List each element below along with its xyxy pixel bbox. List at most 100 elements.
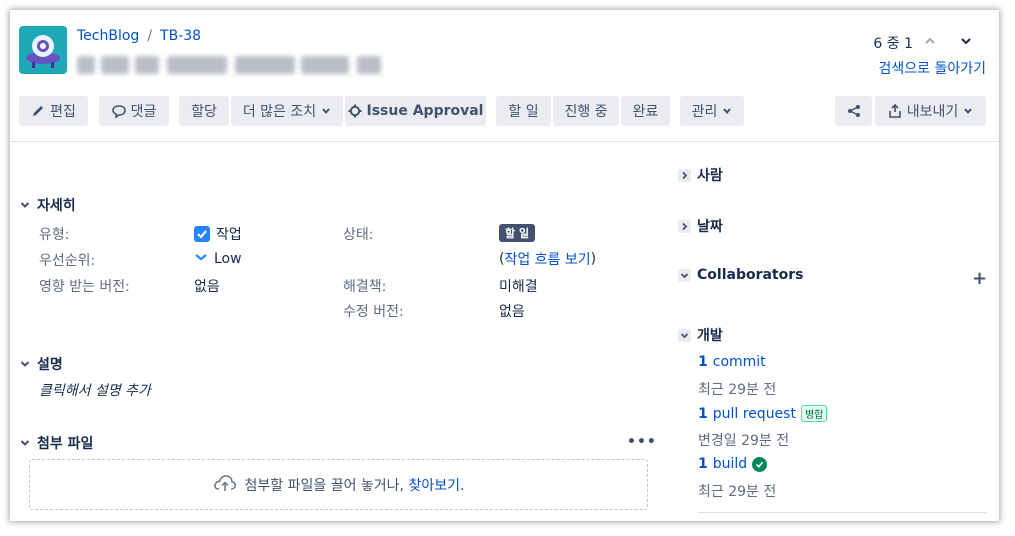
comment-button[interactable]: 댓글 [99, 96, 169, 126]
pr-time: 변경일 29분 전 [698, 433, 790, 449]
attachment-dropzone[interactable]: 첨부할 파일을 끌어 놓거나, 찾아보기. [29, 459, 648, 510]
fix-version-label: 수정 버전: [343, 304, 404, 320]
share-button[interactable] [835, 96, 872, 126]
status-in-progress-label: 진행 중 [564, 104, 608, 120]
chevron-down-icon [722, 106, 732, 116]
cloud-upload-icon [213, 474, 237, 496]
status-in-progress-button[interactable]: 진행 중 [553, 96, 619, 126]
assign-button-label: 할당 [191, 104, 217, 120]
chevron-up-icon[interactable] [923, 34, 937, 48]
export-icon [888, 104, 902, 118]
development-heading: 개발 [697, 328, 723, 344]
chevron-down-icon [321, 106, 331, 116]
build-label: build [712, 456, 748, 472]
details-section-toggle[interactable]: 자세히 [19, 195, 76, 215]
workflow-close-paren: ) [590, 251, 597, 267]
attachments-heading: 첨부 파일 [37, 436, 94, 452]
resolution-label: 해결책: [343, 279, 387, 295]
back-to-search-link[interactable]: 검색으로 돌아가기 [879, 58, 987, 78]
issue-approval-label: Issue Approval [366, 103, 484, 119]
attachments-more-button[interactable]: ••• [627, 434, 657, 450]
breadcrumb-issue-key[interactable]: TB-38 [160, 28, 201, 44]
people-section-toggle[interactable]: 사람 [678, 165, 723, 185]
pr-count: 1 [698, 405, 708, 422]
affects-version-label: 영향 받는 버전: [39, 279, 130, 295]
browse-files-link[interactable]: 찾아보기. [408, 478, 464, 494]
collaborators-section-toggle[interactable]: Collaborators [678, 267, 803, 283]
chevron-down-icon [678, 328, 691, 342]
priority-label: 우선순위: [39, 253, 96, 269]
priority-value-text: Low [214, 251, 242, 267]
header-divider [10, 141, 999, 142]
task-type-icon [194, 226, 210, 242]
build-count: 1 [698, 456, 708, 472]
issue-pager-count: 6 중 1 [873, 36, 913, 52]
attachments-section-toggle[interactable]: 첨부 파일 [19, 433, 93, 453]
pr-label: pull request [712, 405, 796, 422]
right-panel-divider [698, 512, 986, 513]
add-collaborator-icon[interactable]: + [972, 268, 987, 289]
status-done-button[interactable]: 완료 [621, 96, 670, 126]
priority-low-icon [194, 250, 208, 268]
edit-button[interactable]: 편집 [19, 96, 88, 126]
comment-icon [111, 104, 126, 118]
workflow-view: ( 작업 흐름 보기 ) [499, 249, 596, 269]
resolution-value: 미해결 [499, 279, 538, 295]
view-workflow-link[interactable]: 작업 흐름 보기 [504, 249, 590, 269]
chevron-right-icon [678, 168, 691, 182]
issue-approval-button[interactable]: Issue Approval [345, 96, 486, 126]
build-time: 최근 29분 전 [698, 484, 777, 500]
people-heading: 사람 [697, 168, 723, 184]
description-placeholder[interactable]: 클릭해서 설명 추가 [39, 380, 151, 400]
dropzone-text: 첨부할 파일을 끌어 놓거나, [244, 477, 409, 494]
export-button-label: 내보내기 [906, 104, 959, 120]
development-section-toggle[interactable]: 개발 [678, 325, 723, 345]
status-value: 할 일 [499, 224, 536, 242]
status-lozenge: 할 일 [499, 224, 536, 242]
more-actions-button[interactable]: 더 많은 조치 [231, 96, 343, 126]
dates-heading: 날짜 [697, 219, 723, 235]
issue-title-redacted[interactable] [77, 50, 387, 78]
fix-version-value[interactable]: 없음 [499, 301, 525, 321]
dates-section-toggle[interactable]: 날짜 [678, 216, 723, 236]
commit-label: commit [712, 354, 766, 370]
type-value: 작업 [194, 224, 242, 244]
description-heading: 설명 [37, 357, 63, 373]
type-label: 유형: [39, 227, 70, 243]
chevron-down-icon [19, 199, 31, 211]
status-todo-button[interactable]: 할 일 [496, 96, 551, 126]
pull-request-link[interactable]: 1 pull request 병합 [698, 405, 828, 422]
commit-time: 최근 29분 전 [698, 382, 777, 398]
build-link[interactable]: 1 build [698, 456, 768, 472]
admin-button[interactable]: 관리 [680, 96, 744, 126]
comment-button-label: 댓글 [130, 104, 157, 120]
commit-count: 1 [698, 354, 708, 370]
more-actions-label: 더 많은 조치 [242, 104, 317, 120]
priority-value[interactable]: Low [194, 250, 242, 268]
edit-button-label: 편집 [50, 104, 76, 120]
export-button[interactable]: 내보내기 [875, 96, 986, 126]
issue-view: TechBlog / TB-38 6 중 1 검색으로 돌아가기 편집 댓글 할… [10, 10, 999, 521]
admin-button-label: 관리 [691, 104, 718, 120]
breadcrumb-separator: / [147, 28, 153, 44]
pencil-icon [31, 104, 45, 118]
collaborators-heading: Collaborators [697, 267, 804, 283]
gear-icon [348, 104, 362, 118]
status-todo-label: 할 일 [508, 104, 539, 120]
chevron-down-icon[interactable] [959, 34, 973, 48]
share-icon [847, 104, 861, 118]
status-done-label: 완료 [632, 104, 659, 120]
details-heading: 자세히 [37, 198, 76, 214]
affects-version-value[interactable]: 없음 [194, 276, 220, 296]
breadcrumb-project[interactable]: TechBlog [77, 28, 139, 44]
chevron-down-icon [963, 106, 973, 116]
check-circle-icon [752, 456, 768, 472]
description-section-toggle[interactable]: 설명 [19, 354, 63, 374]
status-label: 상태: [343, 227, 374, 243]
assign-button[interactable]: 할당 [179, 96, 229, 126]
chevron-right-icon [678, 219, 691, 233]
commit-link[interactable]: 1 commit [698, 354, 766, 370]
chevron-down-icon [678, 268, 691, 282]
project-avatar[interactable] [19, 26, 67, 74]
type-value-text: 작업 [216, 227, 242, 243]
